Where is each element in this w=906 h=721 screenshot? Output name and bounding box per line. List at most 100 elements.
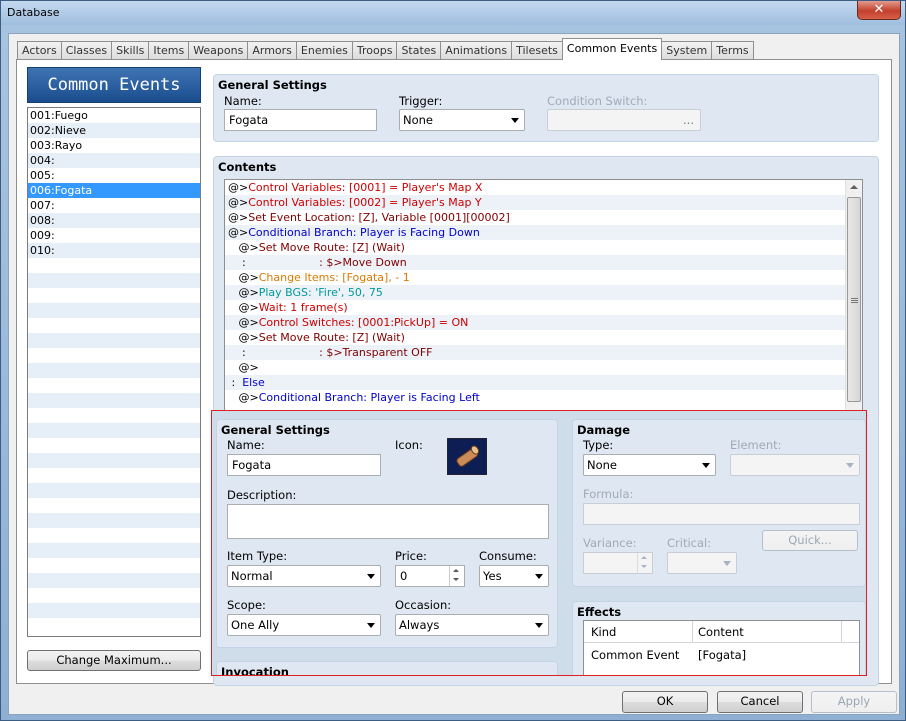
chevron-down-icon [846,463,854,468]
command-prefix: @> [228,181,249,194]
list-item[interactable]: 010: [28,243,200,258]
list-item[interactable]: 005: [28,168,200,183]
list-item[interactable]: 008: [28,213,200,228]
tab-animations[interactable]: Animations [440,41,513,60]
tab-tilesets[interactable]: Tilesets [511,41,563,60]
command-line[interactable]: : : $>Move Down [225,255,862,270]
price-spinner[interactable] [449,566,464,586]
change-maximum-button[interactable]: Change Maximum... [27,650,201,671]
command-prefix: @> [228,271,259,284]
damage-title: Damage [577,423,631,437]
item-name-input[interactable]: Fogata [227,454,381,476]
command-line[interactable]: @> [225,360,862,375]
command-prefix: @> [228,301,259,314]
title-bar[interactable]: Database ✕ [1,1,905,25]
command-line[interactable]: : Else [225,375,862,390]
effects-table[interactable]: Kind Content Common Event [Fogata] [583,620,860,675]
tab-enemies[interactable]: Enemies [295,41,353,60]
trigger-select[interactable]: None [399,109,525,131]
tab-common-events[interactable]: Common Events [561,38,663,60]
description-label: Description: [227,488,297,502]
occasion-select[interactable]: Always [395,614,549,636]
common-events-list[interactable]: 001:Fuego 002:Nieve 003:Rayo 004: 005: 006:Fo… [27,107,201,637]
list-item[interactable]: 004: [28,153,200,168]
critical-select [667,552,737,574]
command-line[interactable]: @>Conditional Branch: Player is Facing D… [225,225,862,240]
command-text: Else [242,376,265,389]
command-line[interactable]: @>Control Variables: [0002] = Player's M… [225,195,862,210]
common-events-header: Common Events [27,67,201,103]
command-line[interactable]: @>Control Variables: [0001] = Player's M… [225,180,862,195]
command-prefix: @> [228,211,249,224]
condition-switch-button: ... [683,113,694,127]
item-general-title: General Settings [221,423,330,437]
variance-spinner [637,553,652,573]
scroll-up-icon[interactable] [850,185,858,189]
scope-select[interactable]: One Ally [227,614,381,636]
command-prefix: @> [228,226,249,239]
list-item[interactable]: 002:Nieve [28,123,200,138]
item-type-select[interactable]: Normal [227,565,381,587]
command-text: Conditional Branch: Player is Facing Dow… [248,226,480,239]
command-line[interactable]: : : $>Transparent OFF [225,345,862,360]
chevron-down-icon [702,463,710,468]
price-label: Price: [395,549,427,563]
list-item[interactable]: 001:Fuego [28,108,200,123]
command-text: Wait: 1 frame(s) [258,301,348,314]
tab-classes[interactable]: Classes [60,41,113,60]
list-item[interactable]: 006:Fogata [28,183,200,198]
list-item[interactable]: 009: [28,228,200,243]
consume-select[interactable]: Yes [479,565,549,587]
command-line[interactable]: @>Set Event Location: [Z], Variable [000… [225,210,862,225]
command-line[interactable]: @>Wait: 1 frame(s) [225,300,862,315]
command-line[interactable]: @>Change Items: [Fogata], - 1 [225,270,862,285]
list-filler-row [28,558,200,573]
command-line[interactable]: @>Conditional Branch: Player is Facing L… [225,390,862,405]
table-row[interactable]: Common Event [Fogata] [584,645,859,665]
event-command-list[interactable]: @>Control Variables: [0001] = Player's M… [224,179,863,419]
ok-button[interactable]: OK [622,691,708,713]
close-button[interactable]: ✕ [857,1,901,20]
tab-skills[interactable]: Skills [111,41,150,60]
condition-switch-field: ... [547,109,701,131]
spin-up-icon[interactable] [453,569,459,572]
list-filler-row [28,603,200,618]
damage-type-select[interactable]: None [583,454,716,476]
tab-armors[interactable]: Armors [247,41,297,60]
command-line[interactable]: @>Control Switches: [0001:PickUp] = ON [225,315,862,330]
command-line[interactable]: @>Set Move Route: [Z] (Wait) [225,240,862,255]
list-item[interactable]: 007: [28,198,200,213]
tab-system[interactable]: System [661,41,713,60]
scope-value: One Ally [231,618,280,632]
list-item[interactable]: 003:Rayo [28,138,200,153]
command-line[interactable]: @>Set Move Route: [Z] (Wait) [225,330,862,345]
command-prefix: : [228,376,243,389]
tab-troops[interactable]: Troops [351,41,398,60]
general-settings-title: General Settings [218,78,327,92]
command-prefix: @> [228,241,259,254]
command-list-scrollbar[interactable] [845,180,862,418]
tab-terms[interactable]: Terms [711,41,754,60]
element-select [730,454,860,476]
price-input[interactable]: 0 [395,565,465,587]
occasion-value: Always [399,618,440,632]
tab-actors[interactable]: Actors [17,41,62,60]
tab-states[interactable]: States [396,41,442,60]
chevron-down-icon [535,574,543,579]
tab-items[interactable]: Items [148,41,190,60]
event-name-input[interactable]: Fogata [224,109,377,131]
list-filler-row [28,288,200,303]
scroll-thumb[interactable] [847,197,861,402]
item-icon[interactable] [447,438,487,475]
spin-down-icon[interactable] [453,578,459,581]
chevron-down-icon [367,623,375,628]
command-text: Change Items: [Fogata], - 1 [258,271,410,284]
command-line[interactable]: @>Play BGS: 'Fire', 50, 75 [225,285,862,300]
tab-weapons[interactable]: Weapons [188,41,249,60]
effect-content: [Fogata] [698,648,747,662]
cancel-button[interactable]: Cancel [717,691,803,713]
description-input[interactable] [227,504,549,539]
spin-up-icon [641,556,647,559]
trigger-label: Trigger: [399,94,443,108]
command-prefix: : [228,256,246,269]
